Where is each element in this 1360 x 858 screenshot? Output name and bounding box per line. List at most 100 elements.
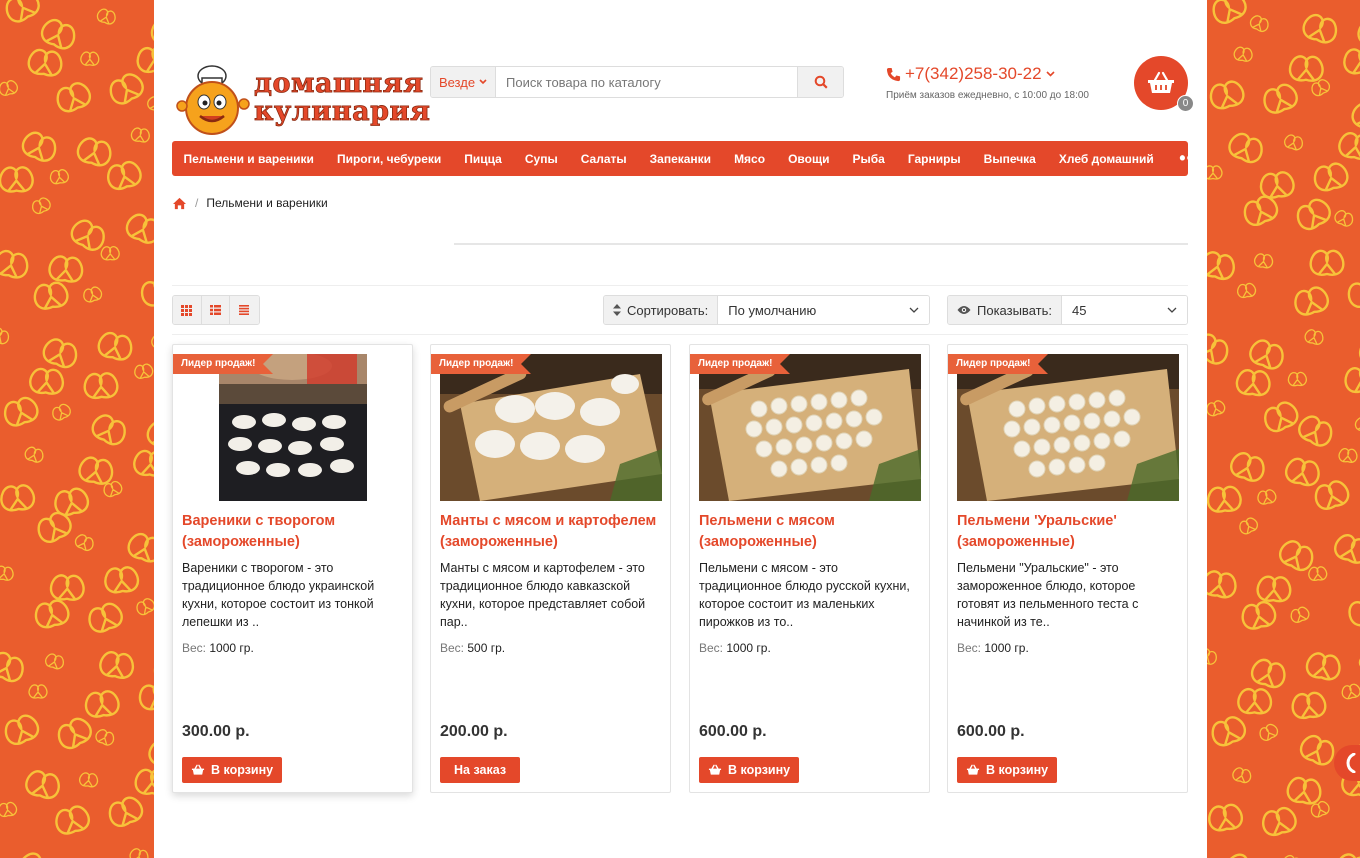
background-pattern-right: [1207, 0, 1360, 858]
cart-count-badge: 0: [1177, 95, 1194, 112]
product-price: 600.00 р.: [699, 723, 767, 740]
product-price: 600.00 р.: [957, 723, 1025, 740]
basket-icon: [708, 764, 722, 775]
menu-item-salads[interactable]: Салаты: [569, 141, 638, 176]
product-weight: Вес: 500 гр.: [440, 641, 506, 655]
sort-label: Сортировать:: [627, 302, 709, 318]
phone-dropdown[interactable]: +7(342)258-30-22: [886, 64, 1089, 84]
product-name[interactable]: Пельмени с мясом (замороженные): [699, 511, 923, 553]
search-scope-label: Везде: [438, 74, 476, 90]
menu-item-fish[interactable]: Рыба: [841, 141, 896, 176]
grid-view-button[interactable]: [173, 296, 202, 324]
chevron-down-icon: [479, 79, 487, 85]
order-hours: Приём заказов ежедневно, с 10:00 до 18:0…: [886, 90, 1089, 101]
compact-view-button[interactable]: [230, 296, 259, 324]
menu-item-meat[interactable]: Мясо: [723, 141, 777, 176]
sort-icon: [613, 304, 621, 316]
sort-label-box: Сортировать:: [604, 296, 719, 324]
menu-more-button[interactable]: •••: [1165, 141, 1215, 176]
phone-number: +7(342)258-30-22: [905, 64, 1042, 83]
show-selected-value: 45: [1071, 302, 1087, 318]
product-price: 300.00 р.: [182, 723, 250, 740]
product-price: 200.00 р.: [440, 723, 508, 740]
breadcrumb-current: Пельмени и вареники: [206, 196, 328, 210]
view-toggle-group: [172, 295, 260, 325]
search-bar: Везде: [430, 66, 844, 98]
divider: [454, 243, 1188, 245]
product-description: Пельмени с мясом - это традиционное блюд…: [699, 561, 910, 629]
main-menu: Пельмени и вареники Пироги, чебуреки Пиц…: [172, 141, 1200, 176]
show-select[interactable]: 45: [1061, 296, 1187, 324]
menu-item-soups[interactable]: Супы: [513, 141, 569, 176]
add-to-cart-button[interactable]: В корзину: [182, 757, 283, 783]
bestseller-badge: Лидер продаж!: [173, 354, 274, 374]
add-to-cart-button[interactable]: В корзину: [957, 757, 1058, 783]
list-view-button[interactable]: [201, 296, 230, 324]
background-pattern-left: [0, 0, 154, 858]
product-description: Вареники с творогом - это традиционное б…: [182, 561, 375, 629]
chevron-down-icon: [1167, 307, 1177, 313]
list-icon: [209, 305, 221, 315]
bestseller-badge: Лидер продаж!: [948, 354, 1049, 374]
search-button[interactable]: [797, 67, 843, 97]
phone-icon: [1346, 753, 1356, 773]
menu-item-pelmeni[interactable]: Пельмени и вареники: [172, 141, 325, 176]
product-image[interactable]: [957, 354, 1179, 501]
search-scope-dropdown[interactable]: Везде: [431, 67, 496, 97]
product-image[interactable]: [440, 354, 662, 501]
lines-icon: [239, 305, 250, 315]
menu-item-bakery[interactable]: Выпечка: [972, 141, 1047, 176]
bestseller-badge: Лидер продаж!: [690, 354, 791, 374]
product-card[interactable]: Лидер продаж! Пельмени 'Уральские' (замо…: [947, 344, 1188, 793]
product-weight: Вес: 1000 гр.: [699, 641, 771, 655]
sort-selected-value: По умолчанию: [728, 302, 817, 318]
cart-button[interactable]: 0: [1134, 56, 1194, 112]
product-image[interactable]: [699, 354, 921, 501]
sort-select[interactable]: По умолчанию: [718, 296, 929, 324]
show-label-box: Показывать:: [948, 296, 1062, 324]
phone-icon: [886, 67, 901, 81]
product-description: Пельмени "Уральские" - это замороженное …: [957, 561, 1139, 629]
product-card[interactable]: Лидер продаж! Пельмени с мясом (замороже…: [689, 344, 930, 793]
site-logo[interactable]: домашняя кулинария: [176, 62, 430, 140]
sort-control: Сортировать: По умолчанию: [603, 295, 930, 325]
product-card[interactable]: Лидер продаж! Вареники с творогом (замор…: [172, 344, 413, 793]
breadcrumb-separator: /: [195, 196, 199, 210]
search-icon: [814, 75, 828, 89]
menu-item-pizza[interactable]: Пицца: [453, 141, 514, 176]
divider: [172, 285, 1188, 286]
product-name[interactable]: Пельмени 'Уральские' (замороженные): [957, 511, 1181, 553]
show-count-control: Показывать: 45: [947, 295, 1188, 325]
breadcrumb: / Пельмени и вареники: [172, 196, 328, 210]
chef-mascot-icon: [176, 65, 250, 135]
menu-item-bread[interactable]: Хлеб домашний: [1047, 141, 1165, 176]
eye-icon: [957, 306, 971, 314]
search-input[interactable]: [496, 67, 797, 97]
product-name[interactable]: Манты с мясом и картофелем (замороженные…: [440, 511, 664, 553]
logo-text: домашняя кулинария: [254, 68, 431, 127]
basket-icon: [191, 764, 205, 775]
menu-item-garnish[interactable]: Гарниры: [896, 141, 972, 176]
show-label: Показывать:: [977, 302, 1052, 318]
basket-icon: [966, 764, 980, 775]
bestseller-badge: Лидер продаж!: [431, 354, 532, 374]
product-name[interactable]: Вареники с творогом (замороженные): [182, 511, 406, 553]
chevron-down-icon: [1046, 71, 1055, 77]
contact-block: +7(342)258-30-22 Приём заказов ежедневно…: [886, 64, 1089, 101]
add-to-cart-button[interactable]: В корзину: [699, 757, 800, 783]
product-weight: Вес: 1000 гр.: [957, 641, 1029, 655]
divider: [172, 334, 1188, 335]
basket-icon: [1148, 71, 1174, 93]
chevron-down-icon: [909, 307, 919, 313]
menu-item-vegetables[interactable]: Овощи: [777, 141, 841, 176]
product-card[interactable]: Лидер продаж! Манты с мясом и картофелем…: [430, 344, 671, 793]
home-icon[interactable]: [172, 197, 187, 210]
preorder-button[interactable]: На заказ: [440, 757, 521, 783]
grid-icon: [181, 304, 193, 316]
menu-item-pirogi[interactable]: Пироги, чебуреки: [325, 141, 452, 176]
product-description: Манты с мясом и картофелем - это традици…: [440, 561, 646, 629]
product-weight: Вес: 1000 гр.: [182, 641, 254, 655]
menu-item-casseroles[interactable]: Запеканки: [638, 141, 722, 176]
product-image[interactable]: [182, 354, 404, 501]
page-container: домашняя кулинария Везде +7(342)258-30-2…: [154, 0, 1207, 858]
